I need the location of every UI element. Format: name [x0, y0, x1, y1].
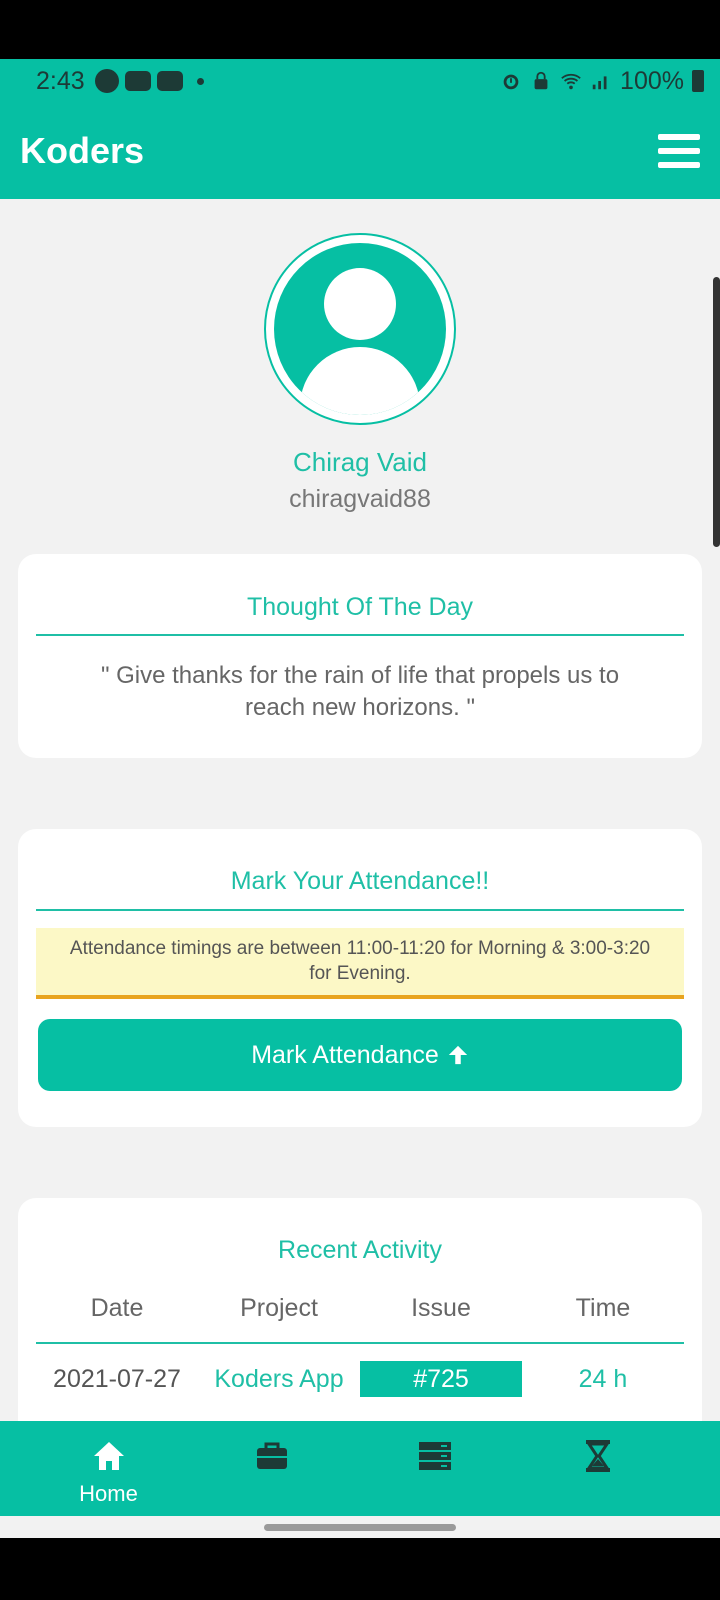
nav-home-label: Home — [79, 1481, 138, 1506]
more-notifications-icon — [196, 77, 204, 85]
thought-of-the-day-card: Thought Of The Day " Give thanks for the… — [18, 554, 702, 758]
hourglass-icon — [585, 1440, 610, 1472]
activity-time: 24 h — [578, 1364, 628, 1393]
attendance-title: Mark Your Attendance!! — [230, 867, 490, 895]
main-content[interactable]: Chirag Vaid chiragvaid88 Thought Of The … — [0, 199, 720, 1421]
divider — [36, 909, 684, 911]
activity-date: 2021-07-27 — [53, 1364, 181, 1393]
activity-title: Recent Activity — [278, 1236, 442, 1264]
server-icon — [418, 1442, 451, 1470]
nav-projects[interactable] — [190, 1421, 353, 1516]
system-icons: 100% — [500, 67, 704, 96]
app-title: Koders — [20, 130, 145, 171]
mark-attendance-label: Mark Attendance — [251, 1040, 439, 1069]
briefcase-icon — [256, 1442, 287, 1469]
home-icon — [93, 1442, 124, 1470]
activity-issue-link[interactable]: #725 — [360, 1361, 522, 1397]
user-name: Chirag Vaid — [293, 447, 427, 477]
youtube-icon — [124, 71, 151, 91]
notification-icons — [94, 69, 204, 93]
lock-icon — [534, 71, 548, 90]
table-row: 2021-07-27 Koders App #725 24 h — [36, 1344, 684, 1414]
mark-attendance-button[interactable]: Mark Attendance — [38, 1019, 682, 1091]
column-header-time: Time — [575, 1293, 631, 1322]
column-header-date: Date — [90, 1293, 144, 1322]
avatar — [264, 233, 456, 425]
thought-title: Thought Of The Day — [246, 593, 474, 621]
bottom-navigation: Home — [0, 1421, 720, 1516]
status-time: 2:43 — [36, 66, 85, 95]
column-header-issue: Issue — [411, 1293, 471, 1322]
app-bar: Koders — [0, 103, 720, 199]
column-header-project: Project — [240, 1293, 318, 1322]
activity-table-header: Date Project Issue Time — [36, 1274, 684, 1342]
screen-top-bezel — [0, 0, 720, 59]
attendance-notice: Attendance timings are between 11:00-11:… — [36, 928, 684, 999]
wifi-icon — [561, 73, 581, 90]
battery-icon — [692, 70, 704, 92]
activity-project-link[interactable]: Koders App — [198, 1365, 360, 1394]
thought-quote: " Give thanks for the rain of life that … — [100, 662, 620, 721]
home-indicator[interactable] — [264, 1524, 456, 1531]
app-notification-icon — [94, 69, 119, 93]
alarm-icon — [503, 74, 519, 90]
battery-percent: 100% — [620, 66, 684, 95]
attendance-card: Mark Your Attendance!! Attendance timing… — [18, 829, 702, 1127]
youtube-icon — [156, 71, 183, 91]
menu-icon[interactable] — [658, 134, 700, 168]
user-avatar-icon — [274, 243, 446, 415]
user-handle: chiragvaid88 — [289, 485, 431, 513]
arrow-up-icon — [448, 1045, 467, 1065]
gesture-bar-area — [0, 1516, 720, 1538]
nav-home[interactable]: Home — [27, 1421, 190, 1516]
screen-bottom-bezel — [0, 1538, 720, 1600]
signal-icon — [592, 76, 607, 90]
recent-activity-card: Recent Activity Date Project Issue Time … — [18, 1198, 702, 1421]
nav-issues[interactable] — [353, 1421, 516, 1516]
nav-time[interactable] — [516, 1421, 679, 1516]
status-bar: 2:43 100% — [0, 59, 720, 103]
